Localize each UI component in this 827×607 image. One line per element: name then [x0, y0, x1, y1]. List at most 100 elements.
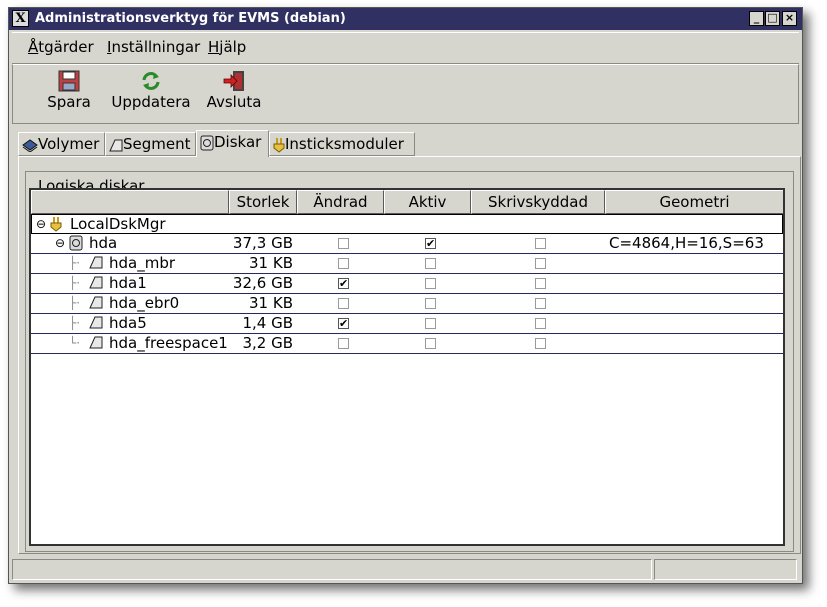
tree-row[interactable]: ├· hda5 1,4 GB ✔: [31, 314, 783, 334]
minimize-button[interactable]: _: [749, 11, 764, 26]
menu-hjalp[interactable]: Hjälp: [208, 38, 246, 56]
row-size: 1,4 GB: [242, 314, 293, 332]
segment-icon: [89, 255, 103, 274]
row-size: 37,3 GB: [232, 234, 293, 252]
disk-icon: [69, 235, 83, 254]
window-title: Administrationsverktyg för EVMS (debian): [35, 11, 346, 26]
tree-branch-line: ├·: [69, 276, 81, 290]
column-skrivskyddad-label: Skrivskyddad: [487, 193, 589, 211]
row-name: hda_freespace1: [109, 334, 228, 352]
menu-hjalp-label: jälp: [219, 38, 247, 56]
expander-icon[interactable]: ⊖: [55, 234, 65, 253]
row-size: 31 KB: [249, 254, 293, 272]
save-button[interactable]: Spara: [46, 69, 92, 111]
row-name: LocalDskMgr: [70, 215, 166, 233]
checkbox-changed[interactable]: [338, 338, 349, 349]
row-name: hda_ebr0: [109, 294, 180, 312]
volume-icon: [22, 138, 38, 152]
column-header-storlek[interactable]: Storlek: [229, 190, 297, 214]
refresh-button[interactable]: Uppdatera: [111, 69, 191, 111]
column-header-skrivskyddad[interactable]: Skrivskyddad: [471, 190, 605, 214]
checkbox-active[interactable]: ✔: [425, 238, 436, 249]
tab-diskar-label: Diskar: [214, 133, 262, 151]
plugin-icon: [273, 137, 285, 153]
checkbox-readonly[interactable]: [535, 258, 546, 269]
checkbox-active[interactable]: [425, 298, 436, 309]
checkbox-changed[interactable]: ✔: [338, 318, 349, 329]
column-header-aktiv[interactable]: Aktiv: [384, 190, 471, 214]
tab-insticksmoduler-label: Insticksmoduler: [285, 135, 404, 153]
refresh-label: Uppdatera: [111, 93, 191, 111]
quit-button[interactable]: Avsluta: [205, 69, 263, 111]
expander-icon[interactable]: ⊖: [36, 215, 46, 234]
column-geometri-label: Geometri: [659, 193, 730, 211]
column-storlek-label: Storlek: [236, 193, 290, 211]
checkbox-active[interactable]: [425, 318, 436, 329]
column-aktiv-label: Aktiv: [408, 193, 447, 211]
tree-branch-line: ├·: [69, 316, 81, 330]
checkbox-readonly[interactable]: [535, 318, 546, 329]
save-label: Spara: [47, 93, 91, 111]
row-name: hda: [89, 234, 118, 252]
menu-bar: Åtgärder Inställningar Hjälp: [12, 32, 799, 64]
tab-volymer[interactable]: Volymer: [18, 132, 105, 156]
segment-icon: [109, 138, 123, 152]
segment-icon: [89, 295, 103, 314]
tab-panel-diskar: Logiska diskar Storlek Ändrad Aktiv Skri…: [18, 156, 801, 554]
segment-icon: [89, 315, 103, 334]
plugin-icon: [50, 216, 62, 235]
checkbox-changed[interactable]: ✔: [338, 278, 349, 289]
disk-tree[interactable]: Storlek Ändrad Aktiv Skrivskyddad Geomet…: [29, 188, 785, 546]
tree-row[interactable]: ├· hda_ebr0 31 KB: [31, 294, 783, 314]
menu-installningar-label: nställningar: [111, 38, 201, 56]
status-bar: [12, 559, 797, 580]
row-size: 32,6 GB: [232, 274, 293, 292]
floppy-icon: [57, 69, 81, 93]
tree-row[interactable]: ⊖ LocalDskMgr: [31, 214, 783, 234]
column-header-geometri[interactable]: Geometri: [605, 190, 783, 214]
menu-atgarder-label: tgärder: [38, 38, 94, 56]
close-button[interactable]: ×: [782, 11, 797, 26]
menu-hjalp-mnemonic: H: [208, 38, 220, 56]
maximize-button[interactable]: □: [765, 11, 780, 26]
row-name: hda5: [109, 314, 147, 332]
disk-icon: [200, 135, 214, 151]
column-header-name[interactable]: [31, 190, 229, 214]
quit-label: Avsluta: [206, 93, 262, 111]
checkbox-readonly[interactable]: [535, 278, 546, 289]
app-window: X Administrationsverktyg för EVMS (debia…: [8, 7, 803, 584]
checkbox-active[interactable]: [425, 278, 436, 289]
checkbox-changed[interactable]: [338, 298, 349, 309]
checkbox-readonly[interactable]: [535, 238, 546, 249]
tree-row[interactable]: └· hda_freespace1 3,2 GB: [31, 334, 783, 354]
toolbar: Spara Uppdatera Avsluta: [12, 64, 799, 124]
menu-atgarder-mnemonic: Å: [28, 38, 39, 56]
logical-disks-group: Logiska diskar Storlek Ändrad Aktiv Skri…: [25, 171, 794, 552]
tab-insticksmoduler[interactable]: Insticksmoduler: [269, 132, 415, 156]
checkbox-readonly[interactable]: [535, 338, 546, 349]
tree-row[interactable]: ⊖ hda 37,3 GB ✔ C=4864,H=16,S=63: [31, 234, 783, 254]
menu-atgarder[interactable]: Åtgärder: [28, 38, 94, 56]
segment-icon: [89, 335, 103, 354]
row-size: 31 KB: [249, 294, 293, 312]
checkbox-changed[interactable]: [338, 238, 349, 249]
menu-installningar[interactable]: Inställningar: [107, 38, 200, 56]
checkbox-active[interactable]: [425, 258, 436, 269]
column-andrad-label: Ändrad: [313, 193, 368, 211]
checkbox-active[interactable]: [425, 338, 436, 349]
tab-diskar[interactable]: Diskar: [196, 130, 269, 157]
tree-row[interactable]: ├· hda_mbr 31 KB: [31, 254, 783, 274]
row-size: [230, 215, 294, 234]
checkbox-changed[interactable]: [338, 258, 349, 269]
checkbox-readonly[interactable]: [535, 298, 546, 309]
row-geometry: C=4864,H=16,S=63: [609, 234, 764, 252]
column-header-andrad[interactable]: Ändrad: [297, 190, 384, 214]
exit-door-icon: [222, 69, 246, 93]
title-bar[interactable]: X Administrationsverktyg för EVMS (debia…: [9, 8, 802, 30]
status-field-main: [12, 559, 652, 580]
tree-row[interactable]: ├· hda1 32,6 GB ✔: [31, 274, 783, 294]
tree-branch-line: └·: [69, 336, 81, 350]
segment-icon: [89, 275, 103, 294]
x-window-icon[interactable]: X: [12, 10, 29, 27]
tab-segment[interactable]: Segment: [105, 132, 196, 156]
